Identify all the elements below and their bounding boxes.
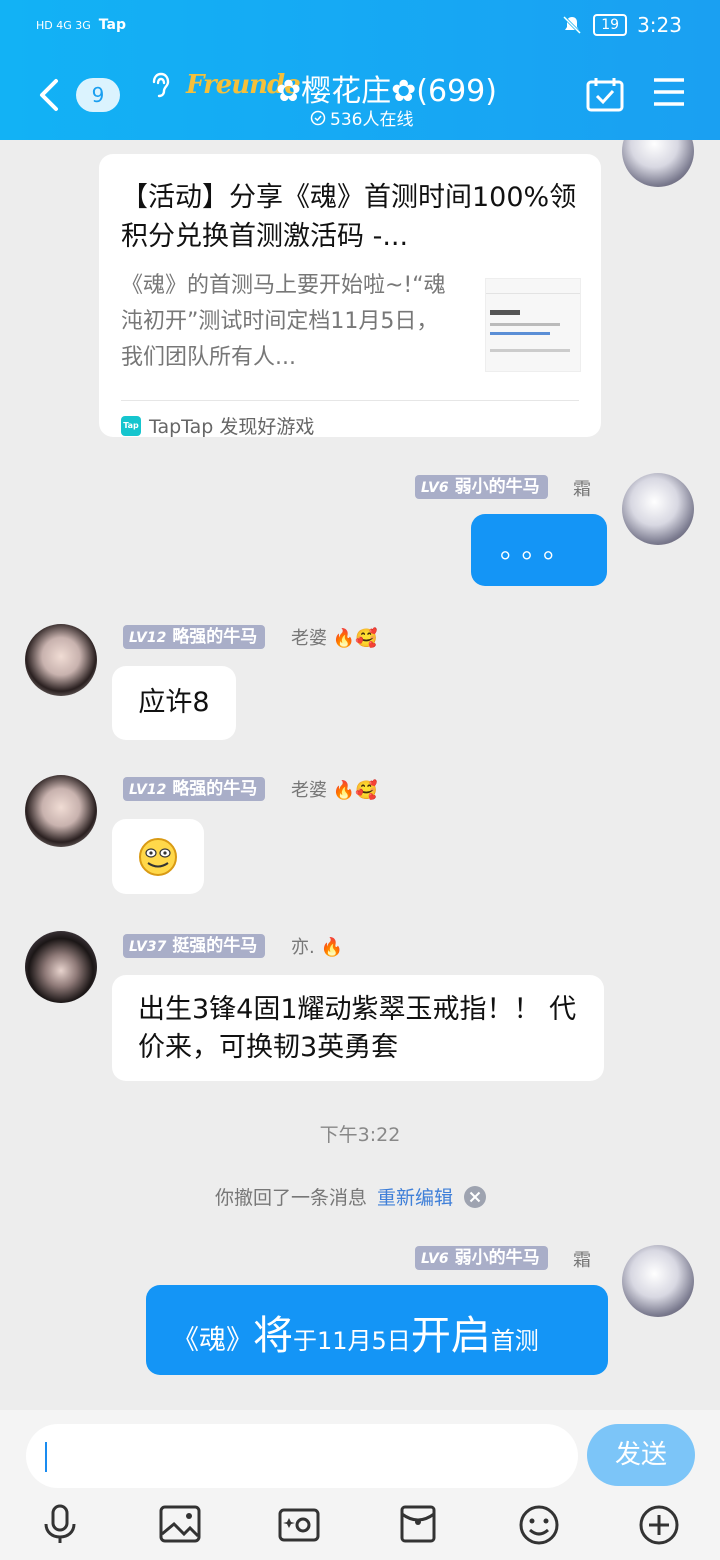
card-source-text: TapTap 发现好游戏 bbox=[149, 416, 315, 438]
text-part: 将 bbox=[253, 1313, 293, 1359]
level-tag: LV37 挺强的牛马 bbox=[123, 934, 266, 958]
title-label: 挺强的牛马 bbox=[172, 936, 258, 956]
avatar[interactable] bbox=[25, 624, 97, 696]
fire-icon: 🔥 bbox=[320, 937, 343, 958]
recall-notice: 你撤回了一条消息 重新编辑 bbox=[215, 1183, 487, 1210]
calendar-check-icon[interactable] bbox=[586, 76, 624, 112]
sender-nickname: 霜 bbox=[573, 479, 591, 500]
sender-nickname: 亦. 🔥 bbox=[291, 933, 343, 959]
status-bar-left: HD 4G 3G Tap bbox=[36, 12, 126, 38]
title-label: 弱小的牛马 bbox=[454, 477, 540, 497]
card-source: Tap TapTap 发现好游戏 bbox=[121, 412, 314, 439]
taptap-logo-icon: Tap bbox=[121, 415, 141, 436]
mute-bell-icon bbox=[563, 15, 582, 35]
red-packet-icon[interactable] bbox=[398, 1504, 438, 1544]
back-icon[interactable] bbox=[38, 78, 60, 112]
level-tag: LV12 略强的牛马 bbox=[123, 625, 266, 649]
level-label: LV12 bbox=[129, 782, 167, 798]
avatar[interactable] bbox=[25, 775, 97, 847]
level-label: LV6 bbox=[421, 480, 449, 496]
message-text: 出生3锋4固1耀动紫翠玉戒指！！ 代价来，可换韧3英勇套 bbox=[138, 994, 577, 1063]
nickname-text: 老婆 bbox=[291, 628, 327, 649]
text-part: 开启 bbox=[410, 1313, 491, 1359]
level-tag: LV6 弱小的牛马 bbox=[415, 475, 548, 499]
title-label: 略强的牛马 bbox=[172, 627, 258, 647]
avatar[interactable] bbox=[25, 931, 97, 1003]
check-circle-icon bbox=[310, 110, 326, 125]
card-description: 《魂》的首测马上要开始啦~!“魂沌初开”测试时间定档11月5日，我们团队所有人.… bbox=[121, 273, 446, 370]
shared-link-card[interactable]: 【活动】分享《魂》首测时间100%领积分兑换首测激活码 -... 《魂》的首测马… bbox=[99, 154, 601, 439]
text-part: 于11月5日 bbox=[293, 1327, 411, 1355]
nickname-text: 老婆 bbox=[291, 780, 327, 801]
message-text: 《魂》将于11月5日开启首测 bbox=[172, 1303, 539, 1361]
message-bubble[interactable]: 应许8 bbox=[112, 666, 236, 740]
flower-face-icon: 🥰 bbox=[355, 780, 378, 801]
send-button[interactable]: 发送 bbox=[587, 1424, 695, 1486]
fire-icon: 🔥 bbox=[332, 780, 356, 801]
text-part: 《魂》 bbox=[172, 1325, 253, 1356]
level-tag: LV12 略强的牛马 bbox=[123, 777, 266, 801]
camera-icon[interactable] bbox=[277, 1504, 321, 1544]
group-title[interactable]: ✿樱花庄✿(699) bbox=[276, 66, 497, 110]
chat-header: HD 4G 3G Tap 19 3:23 9 Freunde ✿樱花庄✿(699… bbox=[0, 0, 720, 140]
nickname-text: 亦. bbox=[291, 937, 315, 958]
fire-icon: 🔥 bbox=[332, 628, 356, 649]
emoji-icon[interactable] bbox=[518, 1504, 560, 1546]
level-tag: LV6 弱小的牛马 bbox=[415, 1246, 548, 1270]
message-bubble[interactable]: 。。。 bbox=[471, 514, 607, 586]
timestamp: 下午3:22 bbox=[319, 1124, 401, 1146]
menu-icon[interactable] bbox=[652, 76, 686, 108]
sender-nickname: 老婆 🔥🥰 bbox=[291, 776, 378, 802]
message-input[interactable] bbox=[26, 1424, 578, 1488]
message-list[interactable]: 【活动】分享《魂》首测时间100%领积分兑换首测激活码 -... 《魂》的首测马… bbox=[0, 140, 720, 1410]
avatar[interactable] bbox=[622, 473, 694, 545]
level-label: LV12 bbox=[129, 630, 167, 646]
avatar[interactable] bbox=[622, 140, 694, 187]
card-divider bbox=[121, 400, 579, 401]
close-circle-icon[interactable] bbox=[463, 1185, 487, 1209]
message-bubble[interactable]: 《魂》将于11月5日开启首测 bbox=[146, 1285, 608, 1375]
battery-level: 19 bbox=[593, 14, 628, 36]
message-bubble[interactable] bbox=[112, 819, 204, 894]
online-count-text: 536人在线 bbox=[330, 110, 414, 130]
flower-face-icon: 🥰 bbox=[355, 628, 378, 649]
microphone-icon[interactable] bbox=[42, 1504, 78, 1544]
clock: 3:23 bbox=[637, 13, 682, 37]
ear-icon[interactable] bbox=[148, 70, 172, 100]
text-part: 首测 bbox=[490, 1327, 539, 1355]
text-caret bbox=[45, 1442, 47, 1472]
unread-count-badge[interactable]: 9 bbox=[76, 78, 120, 112]
grin-face-emoji-icon bbox=[139, 838, 177, 876]
avatar[interactable] bbox=[622, 1245, 694, 1317]
level-label: LV6 bbox=[421, 1251, 449, 1267]
online-count: 536人在线 bbox=[310, 105, 413, 130]
re-edit-link[interactable]: 重新编辑 bbox=[377, 1183, 453, 1210]
sender-nickname: 老婆 🔥🥰 bbox=[291, 624, 378, 650]
title-label: 略强的牛马 bbox=[172, 779, 258, 799]
image-icon[interactable] bbox=[158, 1504, 202, 1544]
status-bar-right: 19 3:23 bbox=[561, 12, 682, 38]
input-bar: 发送 bbox=[0, 1410, 720, 1560]
message-bubble[interactable]: 出生3锋4固1耀动紫翠玉戒指！！ 代价来，可换韧3英勇套 bbox=[112, 975, 604, 1081]
network-status: HD 4G 3G bbox=[36, 18, 91, 32]
plus-circle-icon[interactable] bbox=[638, 1504, 680, 1546]
recall-text: 你撤回了一条消息 bbox=[215, 1187, 368, 1209]
card-title: 【活动】分享《魂》首测时间100%领积分兑换首测激活码 -... bbox=[121, 182, 577, 252]
card-thumbnail bbox=[485, 278, 581, 372]
title-label: 弱小的牛马 bbox=[454, 1248, 540, 1268]
sender-nickname: 霜 bbox=[573, 1250, 591, 1271]
tap-status: Tap bbox=[98, 17, 126, 33]
level-label: LV37 bbox=[129, 939, 167, 955]
